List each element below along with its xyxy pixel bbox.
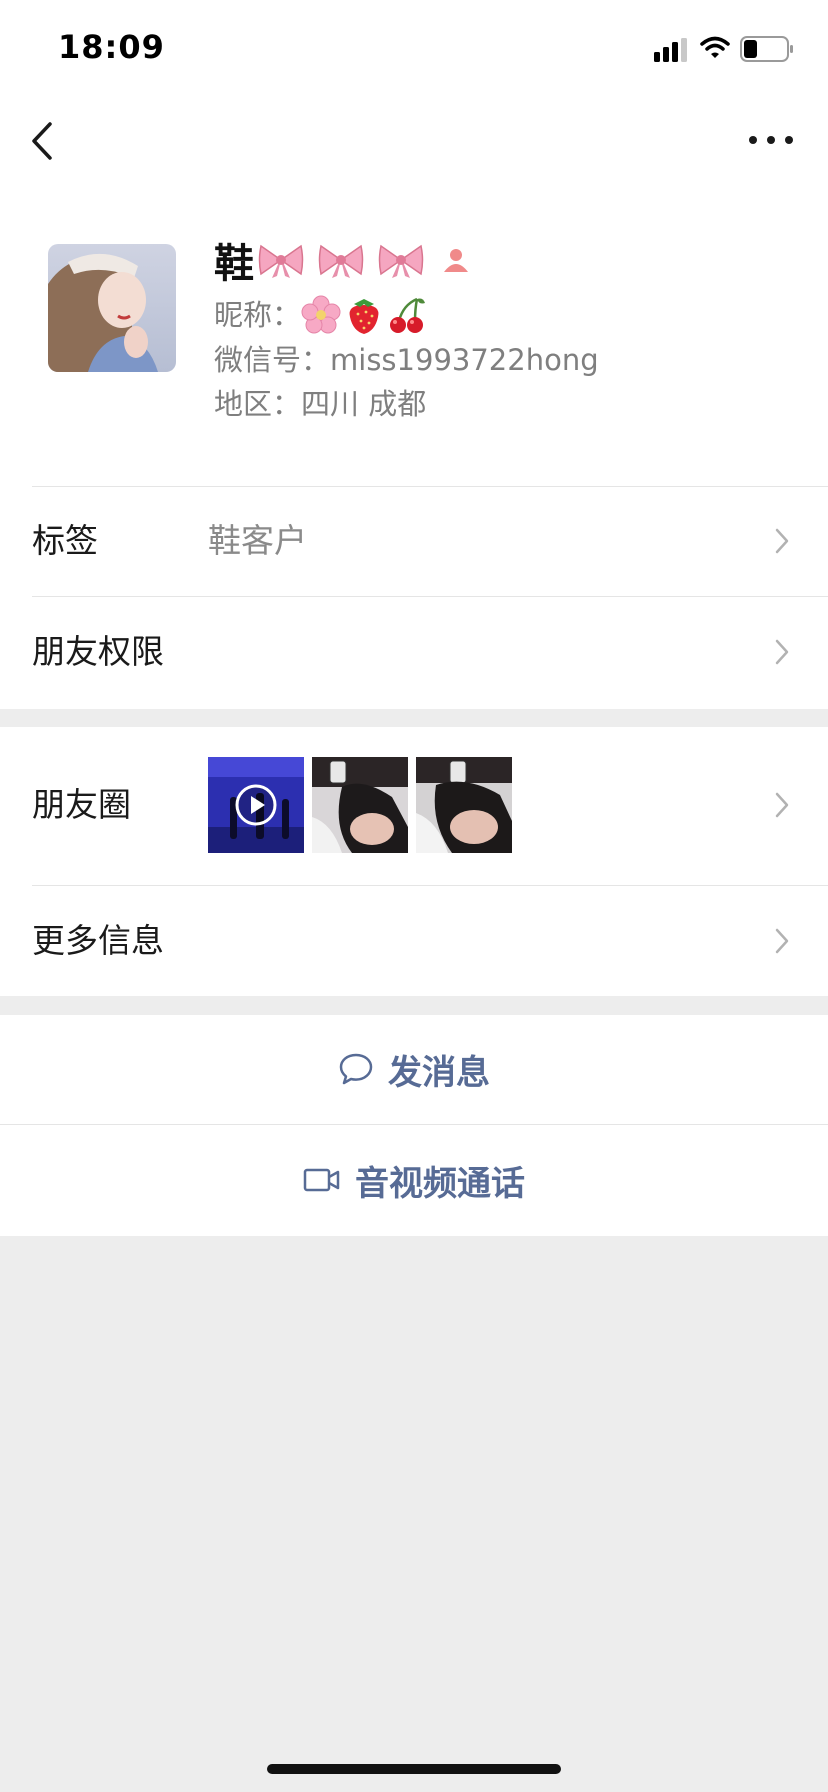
profile-name: 鞋 (214, 241, 254, 287)
contact-settings-section (0, 487, 828, 709)
region-line: 地区： 四川 成都 (214, 384, 426, 424)
moments-photo-thumbnail (416, 757, 512, 853)
region-label: 地区： (214, 387, 302, 421)
divider (32, 885, 828, 886)
moments-label: 朋友圈 (32, 785, 131, 824)
nickname-line: 昵称： (214, 295, 431, 335)
chevron-right-icon (775, 928, 789, 954)
divider (0, 1124, 828, 1125)
divider (32, 596, 828, 597)
wechat-id-label: 微信号： (214, 343, 331, 377)
bow-icon (318, 244, 364, 278)
bow-icon (378, 244, 424, 278)
cherry-blossom-icon (301, 295, 341, 334)
status-bar-time: 18:09 (58, 28, 165, 66)
more-info-label: 更多信息 (32, 921, 164, 960)
wechat-id-line: 微信号： miss1993722hong (214, 340, 599, 380)
back-button[interactable] (26, 118, 62, 164)
battery-icon (740, 36, 793, 62)
video-call-label: 音视频通话 (355, 1163, 525, 1204)
contact-badge-icon (444, 249, 468, 272)
more-options-button[interactable] (748, 130, 794, 150)
bow-icon (258, 244, 304, 278)
moments-video-thumbnail (208, 757, 304, 853)
wechat-id-value[interactable]: miss1993722hong (330, 340, 599, 380)
chevron-right-icon (775, 792, 789, 818)
signal-icon (654, 38, 687, 62)
more-dots-icon (749, 136, 793, 144)
moments-photo-thumbnail (312, 757, 408, 853)
chat-bubble-icon (339, 1053, 373, 1085)
send-message-label: 发消息 (388, 1052, 490, 1093)
video-camera-icon (303, 1168, 340, 1192)
wifi-icon (700, 36, 730, 58)
tags-value: 鞋客户 (208, 521, 307, 560)
region-value: 四川 成都 (301, 387, 427, 421)
friend-permissions-label: 朋友权限 (32, 632, 164, 671)
chevron-right-icon (775, 528, 789, 554)
video-call-button[interactable]: 音视频通话 (0, 1126, 828, 1234)
home-indicator[interactable] (267, 1764, 561, 1774)
send-message-button[interactable]: 发消息 (0, 1015, 828, 1123)
cherries-icon (390, 297, 426, 333)
profile-name-line: 鞋 (214, 232, 472, 288)
avatar[interactable] (48, 244, 176, 372)
tags-label: 标签 (32, 521, 98, 560)
strawberry-icon (349, 299, 379, 334)
back-chevron-icon (32, 122, 52, 160)
nickname-label: 昵称： (214, 298, 302, 332)
chevron-right-icon (775, 639, 789, 665)
